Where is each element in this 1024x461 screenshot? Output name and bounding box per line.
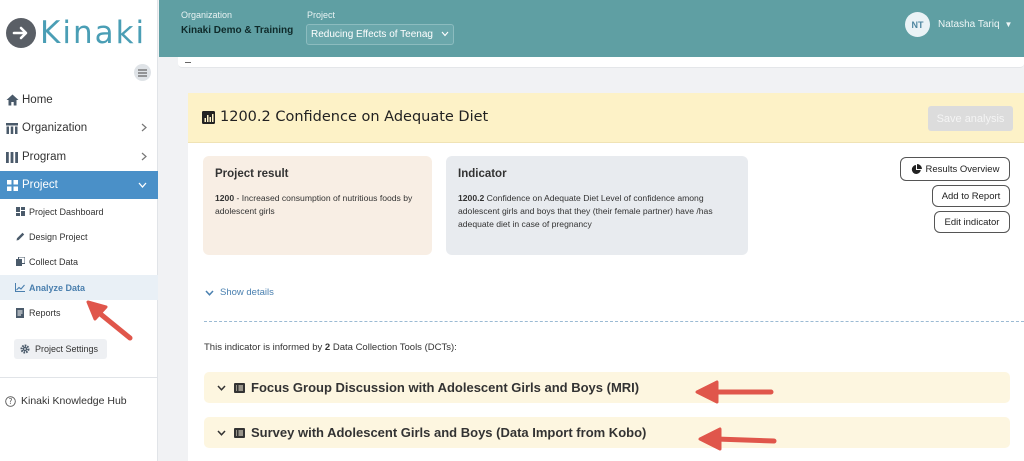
sidebar-item-label: Organization (22, 122, 88, 134)
chevron-down-icon (205, 289, 214, 296)
collect-data-icon (15, 257, 25, 267)
list-icon (234, 382, 245, 393)
dct-title: Survey with Adolescent Girls and Boys (D… (251, 425, 647, 440)
section-divider (204, 321, 1024, 322)
knowledge-hub-link[interactable]: ? Kinaki Knowledge Hub (5, 395, 127, 407)
project-settings-label: Project Settings (35, 344, 99, 354)
sidebar: Kinaki Home Organization Program Project… (0, 0, 158, 461)
project-result-code: 1200 (215, 193, 235, 203)
dct-accordion-survey[interactable]: Survey with Adolescent Girls and Boys (D… (204, 417, 1010, 448)
chart-line-icon (15, 283, 25, 293)
project-result-box: Project result 1200 - Increased consumpt… (203, 156, 432, 255)
menu-icon (138, 68, 147, 77)
indicator-text: 1200.2 Confidence on Adequate Diet Level… (458, 192, 736, 231)
avatar: NT (905, 12, 930, 37)
pencil-icon (15, 232, 25, 242)
svg-text:?: ? (9, 397, 13, 406)
sidebar-item-label: Program (22, 151, 67, 163)
sidebar-subitem-collect-data[interactable]: Collect Data (0, 249, 158, 274)
dashboard-icon (15, 207, 25, 217)
chevron-down-icon (138, 182, 147, 188)
user-name: Natasha Tariq (938, 19, 1000, 30)
organization-name[interactable]: Kinaki Demo & Training (181, 25, 293, 36)
dct-count-suffix: Data Collection Tools (DCTs): (330, 342, 457, 353)
project-select[interactable]: Reducing Effects of Teenag (306, 24, 454, 45)
user-menu[interactable]: NT Natasha Tariq ▼ (905, 12, 1012, 37)
results-overview-button[interactable]: Results Overview (900, 157, 1010, 181)
save-analysis-button[interactable]: Save analysis (928, 106, 1013, 131)
indicator-box: Indicator 1200.2 Confidence on Adequate … (446, 156, 748, 255)
knowledge-hub-label: Kinaki Knowledge Hub (21, 395, 127, 407)
sidebar-subitem-project-dashboard[interactable]: Project Dashboard (0, 199, 158, 224)
chevron-right-icon (141, 123, 147, 132)
sidebar-item-project[interactable]: Project (0, 171, 158, 199)
sidebar-item-label: Home (22, 94, 53, 106)
sidebar-item-program[interactable]: Program (0, 143, 158, 171)
chevron-down-icon (217, 384, 226, 391)
sidebar-toggle-button[interactable] (134, 64, 151, 81)
bar-chart-icon (202, 111, 215, 124)
annotation-arrow-icon (86, 300, 133, 341)
collapse-dash-icon (185, 62, 191, 63)
dct-count-text: This indicator is informed by 2 Data Col… (204, 342, 457, 353)
organization-label: Organization (181, 10, 233, 20)
sidebar-divider (0, 377, 158, 378)
logo-arrow-icon (6, 18, 36, 48)
project-label: Project (307, 10, 336, 20)
annotation-arrow-icon (695, 380, 774, 404)
pie-chart-icon (911, 163, 922, 175)
card-header: 1200.2 Confidence on Adequate Diet Save … (188, 93, 1024, 143)
dct-accordion-focus-group[interactable]: Focus Group Discussion with Adolescent G… (204, 372, 1010, 403)
card-title: 1200.2 Confidence on Adequate Diet (220, 109, 489, 125)
list-icon (234, 427, 245, 438)
sidebar-subitem-design-project[interactable]: Design Project (0, 224, 158, 249)
sidebar-item-label: Project (22, 179, 58, 191)
project-result-text: 1200 - Increased consumption of nutritio… (215, 192, 420, 218)
project-select-value: Reducing Effects of Teenag (311, 29, 433, 40)
chevron-down-icon (441, 31, 449, 37)
project-icon (5, 178, 19, 192)
sidebar-subitem-label: Project Dashboard (29, 206, 104, 217)
chevron-right-icon (141, 152, 147, 161)
sidebar-item-organization[interactable]: Organization (0, 114, 158, 142)
home-icon (5, 93, 19, 107)
brand-name: Kinaki (40, 15, 147, 51)
dct-title: Focus Group Discussion with Adolescent G… (251, 380, 640, 395)
sidebar-subitem-label: Collect Data (29, 256, 79, 267)
indicator-description: Confidence on Adequate Diet Level of con… (458, 193, 713, 229)
question-circle-icon: ? (5, 395, 16, 407)
app-root: Kinaki Home Organization Program Project… (0, 0, 1024, 461)
previous-card-edge (178, 57, 1024, 68)
project-result-description: - Increased consumption of nutritious fo… (215, 193, 413, 216)
organization-icon (5, 121, 19, 135)
add-to-report-button[interactable]: Add to Report (932, 185, 1010, 207)
indicator-heading: Indicator (458, 168, 507, 180)
indicator-code: 1200.2 (458, 193, 485, 203)
results-overview-label: Results Overview (925, 163, 1000, 175)
caret-down-icon: ▼ (1004, 20, 1013, 29)
gear-icon (20, 344, 30, 354)
program-icon (5, 150, 19, 164)
project-result-heading: Project result (215, 168, 289, 180)
dct-count-prefix: This indicator is informed by (204, 342, 325, 353)
show-details-toggle[interactable]: Show details (205, 287, 274, 298)
report-icon (15, 307, 25, 318)
annotation-arrow-icon (698, 427, 777, 451)
chevron-down-icon (217, 429, 226, 436)
sidebar-subitem-label: Analyze Data (29, 282, 86, 293)
sidebar-item-home[interactable]: Home (0, 86, 158, 114)
indicator-analysis-card: 1200.2 Confidence on Adequate Diet Save … (188, 93, 1024, 461)
sidebar-subitem-label: Reports (29, 307, 61, 318)
brand-logo[interactable]: Kinaki (6, 10, 146, 56)
top-bar: Organization Kinaki Demo & Training Proj… (159, 0, 1024, 57)
show-details-label: Show details (220, 287, 274, 298)
edit-indicator-button[interactable]: Edit indicator (934, 211, 1010, 233)
sidebar-subitem-label: Design Project (29, 231, 88, 242)
